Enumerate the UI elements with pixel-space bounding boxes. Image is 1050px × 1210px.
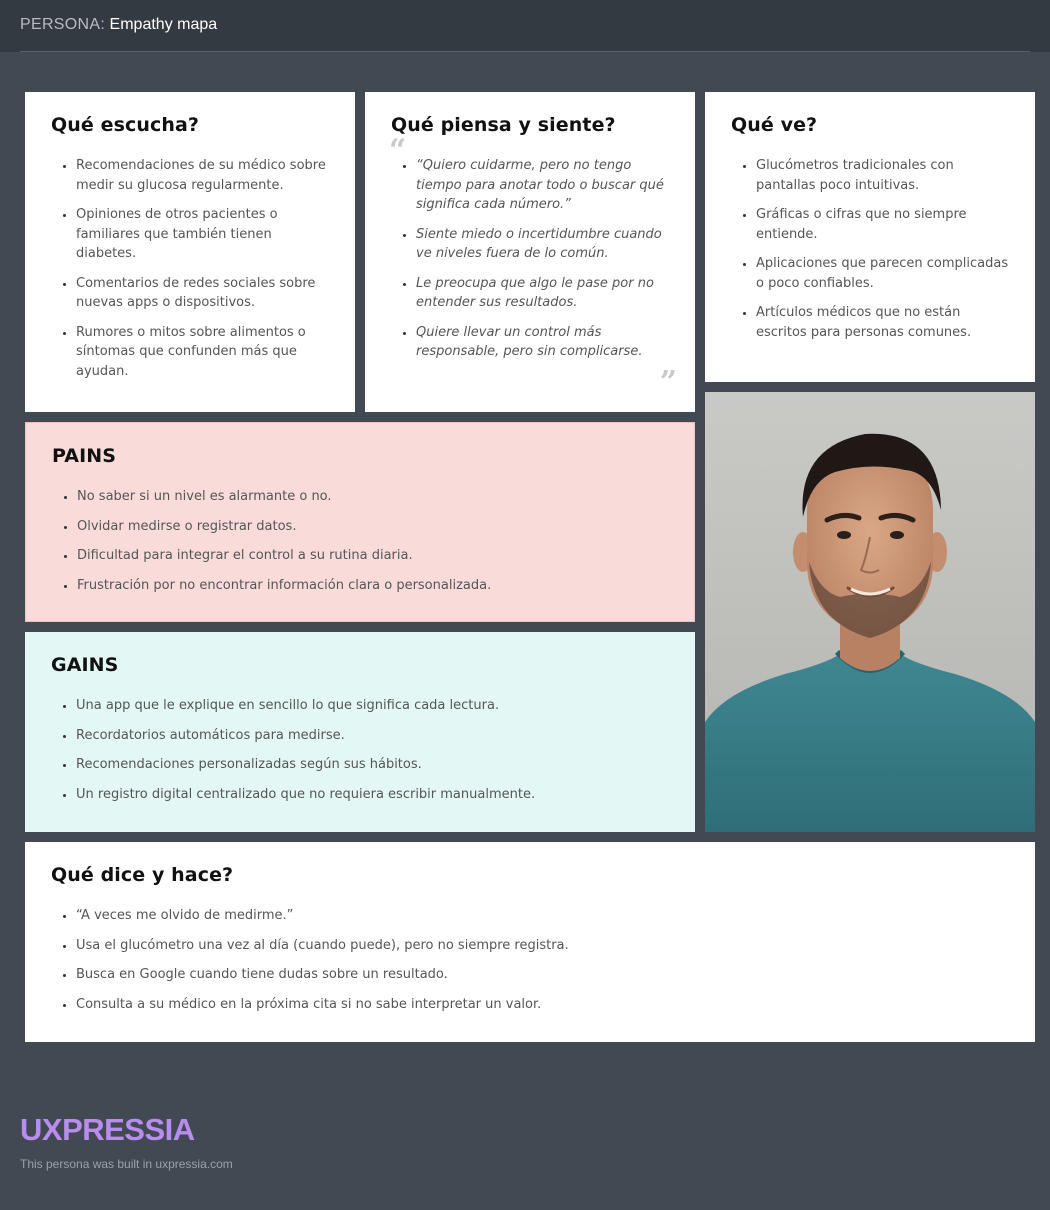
list-item: Dificultad para integrar el control a su… [77, 546, 668, 566]
sees-title: Qué ve? [731, 114, 818, 136]
list-item: Consulta a su médico en la próxima cita … [76, 995, 1009, 1015]
list-item: Usa el glucómetro una vez al día (cuando… [76, 936, 1009, 956]
hears-list: Recomendaciones de su médico sobre medir… [51, 156, 329, 381]
thinks-title: Qué piensa y siente? [391, 114, 616, 136]
list-item: Olvidar medirse o registrar datos. [77, 517, 668, 537]
persona-title: Empathy mapa [109, 16, 218, 33]
list-item: Un registro digital centralizado que no … [76, 785, 669, 805]
top-bar: PERSONA: Empathy mapa [0, 0, 1050, 52]
persona-prefix: PERSONA: [20, 16, 106, 33]
list-item: Rumores o mitos sobre alimentos o síntom… [76, 323, 329, 382]
thinks-card: Qué piensa y siente? “ “Quiero cuidarme,… [365, 92, 695, 412]
list-item: Recomendaciones personalizadas según sus… [76, 755, 669, 775]
list-item: Comentarios de redes sociales sobre nuev… [76, 274, 329, 313]
list-item: Siente miedo o incertidumbre cuando ve n… [416, 225, 669, 264]
page-title: PERSONA: Empathy mapa [20, 16, 217, 34]
sees-list: Glucómetros tradicionales con pantallas … [731, 156, 1009, 342]
list-item: No saber si un nivel es alarmante o no. [77, 487, 668, 507]
says-list: “A veces me olvido de medirme.” Usa el g… [51, 906, 1009, 1014]
persona-photo [705, 392, 1035, 832]
gains-list: Una app que le explique en sencillo lo q… [51, 696, 669, 804]
list-item: Quiere llevar un control más responsable… [416, 323, 669, 362]
list-item: Una app que le explique en sencillo lo q… [76, 696, 669, 716]
footer-note: This persona was built in uxpressia.com [20, 1157, 233, 1171]
list-item: Artículos médicos que no están escritos … [756, 303, 1009, 342]
thinks-list: “Quiero cuidarme, pero no tengo tiempo p… [391, 156, 669, 362]
close-quote-icon: ” [659, 365, 677, 400]
gains-title: GAINS [51, 654, 119, 676]
list-item: “A veces me olvido de medirme.” [76, 906, 1009, 926]
persona-portrait-illustration [705, 392, 1035, 832]
list-item: Recomendaciones de su médico sobre medir… [76, 156, 329, 195]
list-item: Opiniones de otros pacientes o familiare… [76, 205, 329, 264]
hears-card: Qué escucha? Recomendaciones de su médic… [25, 92, 355, 412]
sees-card: Qué ve? Glucómetros tradicionales con pa… [705, 92, 1035, 382]
list-item: Glucómetros tradicionales con pantallas … [756, 156, 1009, 195]
says-title: Qué dice y hace? [51, 864, 234, 886]
pains-list: No saber si un nivel es alarmante o no. … [52, 487, 668, 595]
list-item: Le preocupa que algo le pase por no ente… [416, 274, 669, 313]
list-item: Frustración por no encontrar información… [77, 576, 668, 596]
list-item: Aplicaciones que parecen complicadas o p… [756, 254, 1009, 293]
pains-title: PAINS [52, 445, 117, 467]
list-item: “Quiero cuidarme, pero no tengo tiempo p… [416, 156, 669, 215]
uxpressia-logo[interactable]: UXPRESSIA [20, 1112, 195, 1148]
gains-card: GAINS Una app que le explique en sencill… [25, 632, 695, 832]
list-item: Recordatorios automáticos para medirse. [76, 726, 669, 746]
pains-card: PAINS No saber si un nivel es alarmante … [25, 422, 695, 622]
says-card: Qué dice y hace? “A veces me olvido de m… [25, 842, 1035, 1042]
title-divider [20, 51, 1030, 52]
list-item: Gráficas o cifras que no siempre entiend… [756, 205, 1009, 244]
list-item: Busca en Google cuando tiene dudas sobre… [76, 965, 1009, 985]
open-quote-icon: “ [389, 133, 407, 168]
hears-title: Qué escucha? [51, 114, 199, 136]
